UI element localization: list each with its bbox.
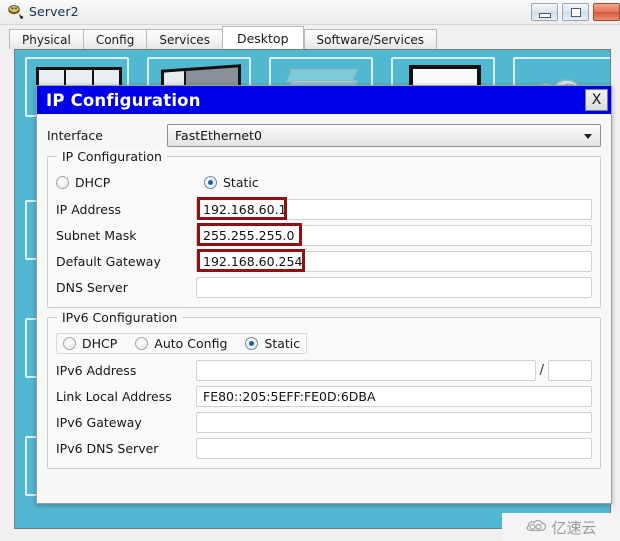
subnet-mask-label: Subnet Mask [56, 227, 137, 243]
ipv6-mode-radio-box: DHCP Auto Config Static [56, 332, 308, 354]
link-local-address-label: Link Local Address [56, 388, 172, 404]
ipv6-dns-server-row: IPv6 DNS Server [56, 435, 592, 461]
ipv6-dns-server-label: IPv6 DNS Server [56, 440, 159, 456]
watermark: 亿速云 [502, 513, 620, 541]
ipv6-group-title: IPv6 Configuration [57, 310, 183, 325]
radio-indicator-selected [245, 336, 259, 350]
dns-server-input[interactable] [196, 276, 592, 298]
maximize-button[interactable] [562, 3, 589, 21]
tab-list: Physical Config Services Desktop Softwar… [9, 26, 438, 49]
radio-label: DHCP [75, 174, 111, 190]
radio-indicator [63, 336, 76, 350]
radio-indicator-selected [204, 175, 217, 189]
close-button[interactable] [593, 3, 620, 21]
tab-physical[interactable]: Physical [9, 29, 83, 49]
server-device-icon [7, 4, 24, 21]
radio-label: Auto Config [154, 335, 228, 351]
ipv6-gateway-input[interactable] [196, 411, 592, 433]
radio-label: DHCP [82, 335, 118, 351]
ipv6-dns-server-input[interactable] [196, 437, 592, 459]
interface-row: Interface FastEthernet0 [47, 122, 601, 148]
default-gateway-input[interactable]: 192.168.60.254 [196, 250, 592, 272]
default-gateway-row: Default Gateway 192.168.60.254 [56, 248, 592, 274]
minimize-button[interactable] [531, 3, 558, 21]
tab-config[interactable]: Config [82, 29, 147, 49]
subnet-mask-input[interactable]: 255.255.255.0 [196, 224, 592, 246]
dialog-body: Interface FastEthernet0 IP Configuration… [37, 114, 611, 469]
app-window: Server2 Physical Config Services Desktop [0, 0, 620, 541]
tab-software-services[interactable]: Software/Services [303, 29, 438, 49]
ipv6-gateway-row: IPv6 Gateway [56, 409, 592, 435]
subnet-mask-row: Subnet Mask 255.255.255.0 [56, 222, 592, 248]
tab-label: Physical [22, 32, 71, 47]
ipv4-group-title: IP Configuration [57, 149, 167, 164]
tab-desktop[interactable]: Desktop [221, 26, 304, 49]
interface-selected-value: FastEthernet0 [175, 127, 262, 143]
interface-label: Interface [47, 127, 103, 143]
tab-label: Config [95, 32, 135, 47]
tab-services[interactable]: Services [146, 29, 222, 49]
tab-label: Desktop [236, 30, 289, 46]
ipv4-configuration-group: IP Configuration DHCP Static IP Address … [47, 149, 601, 308]
ipv6-gateway-label: IPv6 Gateway [56, 414, 142, 430]
tab-strip: Physical Config Services Desktop Softwar… [0, 25, 620, 49]
watermark-text: 亿速云 [551, 518, 597, 537]
radio-label: Static [223, 174, 259, 190]
maximize-icon [571, 8, 581, 17]
ipv6-address-input[interactable] [196, 359, 536, 381]
window-titlebar: Server2 [0, 0, 620, 25]
ipv6-address-label: IPv6 Address [56, 362, 137, 378]
radio-label: Static [264, 335, 301, 351]
ipv6-mode-radios: DHCP Auto Config Static [56, 332, 592, 354]
ip-configuration-dialog: IP Configuration X Interface FastEtherne… [36, 85, 612, 504]
minimize-icon [539, 13, 551, 18]
ipv6-radio-auto-config[interactable]: Auto Config [135, 336, 227, 351]
ipv4-mode-radios: DHCP Static [56, 171, 592, 193]
ip-address-row: IP Address 192.168.60.1 [56, 196, 592, 222]
ipv6-prefix-separator: / [539, 362, 544, 378]
tab-label: Software/Services [316, 32, 425, 47]
ipv6-configuration-group: IPv6 Configuration DHCP Auto Config Stat… [47, 310, 601, 469]
dialog-titlebar: IP Configuration X [37, 86, 611, 114]
ip-address-label: IP Address [56, 201, 121, 217]
ipv6-address-controls: / [196, 359, 592, 381]
link-local-address-row: Link Local Address FE80::205:5EFF:FE0D:6… [56, 383, 592, 409]
ipv6-radio-dhcp[interactable]: DHCP [63, 336, 117, 351]
tab-label: Services [159, 32, 210, 47]
cloud-icon [525, 518, 547, 537]
chevron-down-icon [584, 133, 592, 139]
window-controls [531, 3, 620, 21]
dialog-title: IP Configuration [46, 90, 201, 110]
radio-indicator [56, 175, 69, 189]
ipv4-radio-dhcp[interactable]: DHCP [56, 175, 204, 190]
ip-address-input[interactable]: 192.168.60.1 [196, 198, 592, 220]
dialog-close-button[interactable]: X [585, 89, 608, 111]
ipv4-radio-static[interactable]: Static [204, 175, 259, 190]
ipv6-radio-static[interactable]: Static [245, 336, 300, 351]
link-local-address-value: FE80::205:5EFF:FE0D:6DBA [196, 385, 592, 407]
ipv6-prefix-length-input[interactable] [548, 359, 592, 381]
ipv6-address-row: IPv6 Address / [56, 357, 592, 383]
dns-server-label: DNS Server [56, 279, 128, 295]
window-title: Server2 [29, 4, 79, 19]
radio-indicator [135, 336, 149, 350]
interface-select[interactable]: FastEthernet0 [167, 123, 601, 147]
dns-server-row: DNS Server [56, 274, 592, 300]
default-gateway-label: Default Gateway [56, 253, 161, 269]
